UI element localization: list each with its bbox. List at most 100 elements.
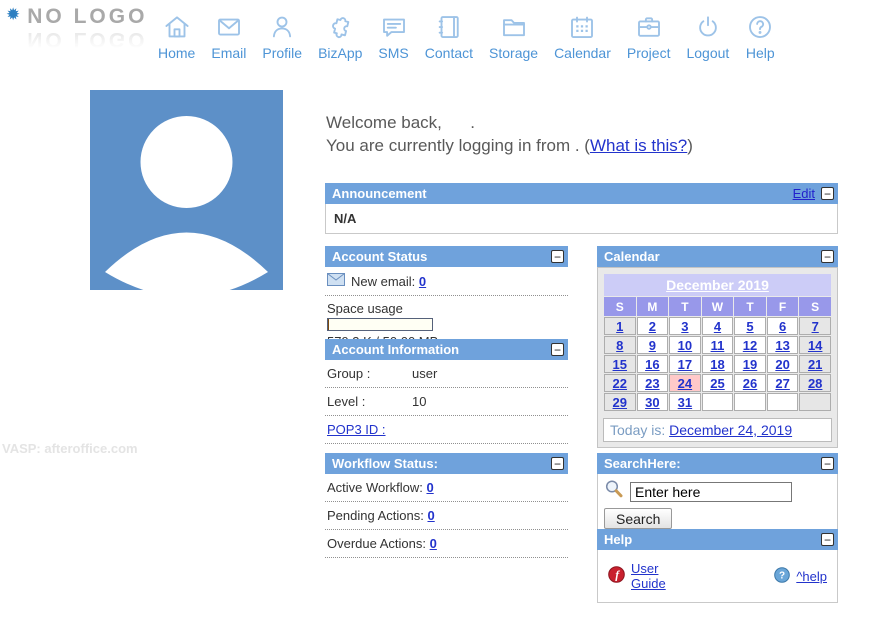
calendar-day: 8 [604,336,636,354]
nav-item-bizapp[interactable]: BizApp [310,10,370,61]
search-button[interactable]: Search [604,508,672,529]
user-guide-link[interactable]: User Guide [631,561,697,591]
main-nav: Home Email Profile BizApp [150,10,783,61]
today-label: Today is: [610,422,665,438]
collapse-icon[interactable] [821,250,834,263]
today-date-link[interactable]: December 24, 2019 [669,422,792,438]
calendar-day-link[interactable]: 12 [743,338,757,353]
panel-title: Help [604,532,821,547]
calendar-day-link[interactable]: 31 [678,395,692,410]
help-panel: Help f User Guide ? ^help [597,529,838,603]
calendar-icon [567,10,597,42]
account-information-header: Account Information [325,339,568,360]
nav-item-storage[interactable]: Storage [481,10,546,61]
calendar-day-link[interactable]: 1 [616,319,623,334]
calendar-day-link[interactable]: 8 [616,338,623,353]
pending-actions-count-link[interactable]: 0 [427,508,434,523]
collapse-icon[interactable] [551,457,564,470]
pop3-id-link[interactable]: POP3 ID : [327,422,386,437]
nav-label: Email [211,45,246,61]
speech-bubble-icon [379,10,409,42]
calendar-day-link[interactable]: 22 [613,376,627,391]
nav-item-home[interactable]: Home [150,10,203,61]
calendar-day-link[interactable]: 13 [775,338,789,353]
calendar-day-link[interactable]: 20 [775,357,789,372]
calendar-day-link[interactable]: 3 [681,319,688,334]
what-is-this-link[interactable]: What is this? [590,136,687,155]
calendar-day-link[interactable]: 16 [645,357,659,372]
collapse-icon[interactable] [551,343,564,356]
account-information-panel: Account Information Group : user Level :… [325,339,568,444]
calendar-day-link[interactable]: 17 [678,357,692,372]
announcement-panel: Announcement Edit N/A [325,183,838,234]
nav-item-project[interactable]: Project [619,10,679,61]
calendar-day: 7 [799,317,831,335]
calendar-day: 12 [734,336,766,354]
nav-item-profile[interactable]: Profile [254,10,310,61]
calendar-day-link[interactable]: 21 [808,357,822,372]
calendar-day-link[interactable]: 27 [775,376,789,391]
nav-label: Help [746,45,775,61]
calendar-day-link[interactable]: 18 [710,357,724,372]
pending-actions-label: Pending Actions: [327,508,424,523]
calendar-day: 19 [734,355,766,373]
active-workflow-count-link[interactable]: 0 [426,480,433,495]
calendar-day-link[interactable]: 14 [808,338,822,353]
calendar-table: December 2019 S M T W T F S 1 2 3 4 5 6 [603,273,832,412]
dayheader-fri: F [767,297,799,316]
calendar-day-link[interactable]: 5 [746,319,753,334]
edit-announcement-link[interactable]: Edit [793,186,815,201]
welcome-line2-suffix: ) [687,136,693,155]
nav-item-sms[interactable]: SMS [370,10,416,61]
collapse-icon[interactable] [551,250,564,263]
overdue-actions-row: Overdue Actions: 0 [325,530,568,558]
nav-item-calendar[interactable]: Calendar [546,10,619,61]
calendar-day-link[interactable]: 19 [743,357,757,372]
logo-text-block: NO LOGO NO LOGO [27,6,147,50]
nav-item-contact[interactable]: Contact [417,10,481,61]
calendar-day: 31 [669,393,701,411]
collapse-icon[interactable] [821,533,834,546]
new-email-row: New email: 0 [325,267,568,296]
calendar-day-link[interactable]: 9 [649,338,656,353]
nav-item-logout[interactable]: Logout [678,10,737,61]
nav-item-help[interactable]: Help [737,10,783,61]
logo-text: NO LOGO [27,5,147,28]
calendar-month-link[interactable]: December 2019 [666,277,769,293]
search-body: Search [597,474,838,536]
folder-icon [499,10,529,42]
calendar-day-link[interactable]: 11 [711,338,725,353]
search-input[interactable] [630,482,792,502]
new-email-count-link[interactable]: 0 [419,274,426,289]
calendar-day-link[interactable]: 4 [714,319,721,334]
calendar-header: Calendar [597,246,838,267]
collapse-icon[interactable] [821,187,834,200]
announcement-content: N/A [325,204,838,234]
calendar-day-link[interactable]: 7 [812,319,819,334]
level-row: Level : 10 [325,388,568,416]
collapse-icon[interactable] [821,457,834,470]
calendar-day-link[interactable]: 30 [645,395,659,410]
announcement-header: Announcement Edit [325,183,838,204]
calendar-day: 26 [734,374,766,392]
calendar-day-empty [702,393,734,411]
calendar-day-link[interactable]: 15 [613,357,627,372]
calendar-day: 20 [767,355,799,373]
caret-help-link[interactable]: ^help [796,569,827,584]
calendar-day-link[interactable]: 2 [649,319,656,334]
calendar-day-link[interactable]: 6 [779,319,786,334]
calendar-day: 27 [767,374,799,392]
calendar-day-link[interactable]: 23 [645,376,659,391]
calendar-day-link[interactable]: 29 [613,395,627,410]
help-header: Help [597,529,838,550]
calendar-day-link[interactable]: 26 [743,376,757,391]
calendar-day-link[interactable]: 28 [808,376,822,391]
nav-item-email[interactable]: Email [203,10,254,61]
space-usage-label: Space usage [327,301,566,316]
calendar-day-link[interactable]: 10 [678,338,692,353]
overdue-actions-count-link[interactable]: 0 [430,536,437,551]
dayheader-wed: W [702,297,734,316]
calendar-day-link[interactable]: 25 [710,376,724,391]
calendar-day-link[interactable]: 24 [678,376,692,391]
nav-label: Logout [686,45,729,61]
